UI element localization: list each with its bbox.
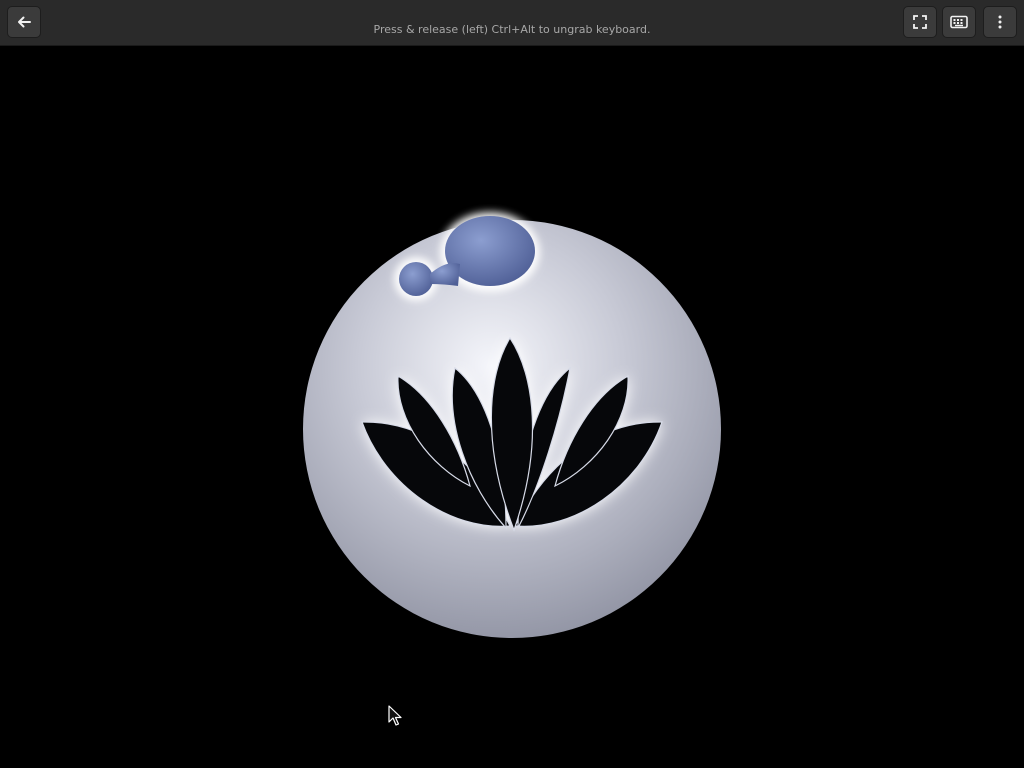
fullscreen-button[interactable] (903, 6, 937, 38)
main-menu-button[interactable] (983, 6, 1017, 38)
keyboard-icon (950, 15, 968, 29)
vm-display[interactable] (0, 46, 1024, 768)
keyboard-button[interactable] (942, 6, 976, 38)
mouse-pointer-icon (388, 705, 402, 726)
fullscreen-icon (913, 15, 927, 29)
lotus-orb-logo (303, 212, 721, 638)
viewer-header: Press & release (left) Ctrl+Alt to ungra… (0, 0, 1024, 46)
ungrab-keyboard-hint: Press & release (left) Ctrl+Alt to ungra… (373, 23, 651, 36)
vertical-dots-icon (998, 15, 1002, 29)
